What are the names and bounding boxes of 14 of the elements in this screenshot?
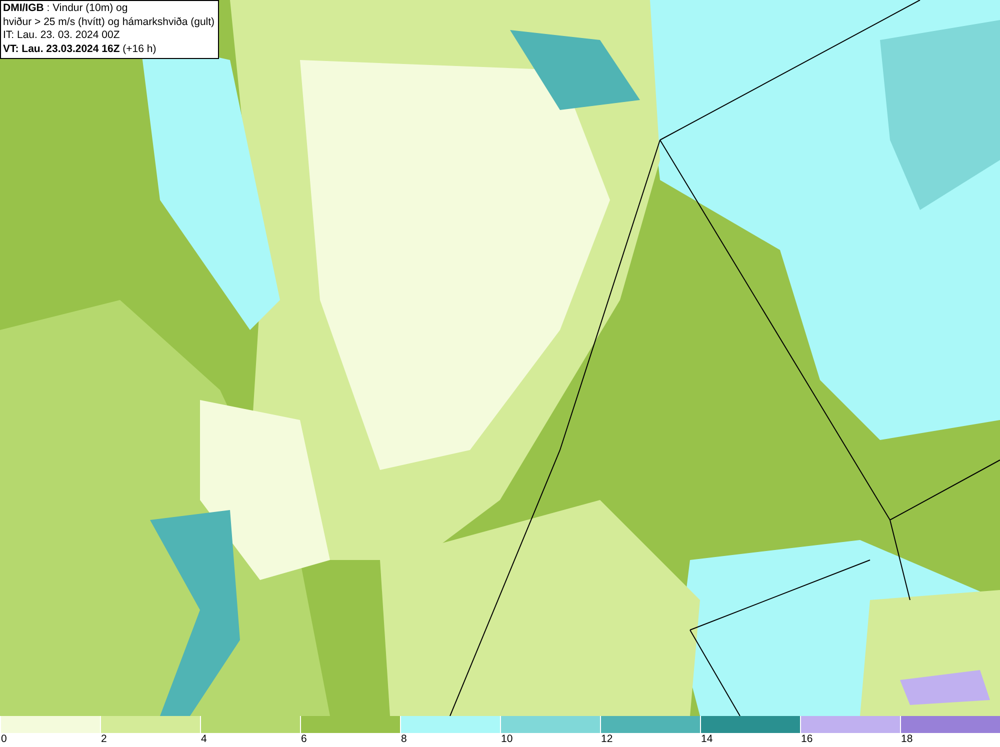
info-text: hviður > 25 m/s (hvítt) og hámarkshviða (gult) — [3, 16, 215, 29]
info-text: DMI/IGB : Vindur (10m) og — [3, 2, 129, 16]
scale-label: 2 — [101, 733, 107, 746]
scale-label: 6 — [301, 733, 307, 746]
scale-label: 4 — [201, 733, 207, 746]
scale-label: 12 — [601, 733, 613, 746]
scale-label: 18 — [901, 733, 913, 746]
info-text: IT: Lau. 23. 03. 2024 00Z — [3, 29, 121, 42]
scale-label: 0 — [1, 733, 7, 746]
scale-label: 14 — [701, 733, 713, 746]
scale-label: 16 — [801, 733, 813, 746]
scale-label: 10 — [501, 733, 513, 746]
info-text: VT: Lau. 23.03.2024 16Z (+16 h) — [3, 42, 158, 56]
scale-label: 8 — [401, 733, 407, 746]
